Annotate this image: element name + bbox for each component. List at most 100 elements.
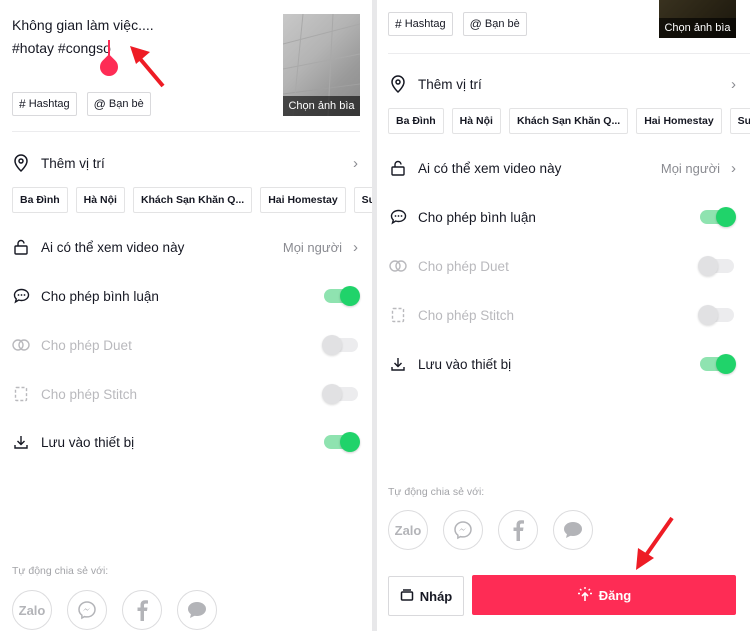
post-button[interactable]: Đăng xyxy=(472,575,736,615)
messenger-icon[interactable] xyxy=(443,510,483,550)
message-icon[interactable] xyxy=(553,510,593,550)
location-chip[interactable]: Hai Homestay xyxy=(636,108,722,134)
location-chip[interactable]: Hai Homestay xyxy=(260,187,346,213)
toggle-label: Cho phép Duet xyxy=(41,337,132,353)
friends-button[interactable]: @ Bạn bè xyxy=(462,12,527,36)
video-thumbnail[interactable]: Chọn ảnh bìa xyxy=(283,14,360,116)
privacy-value: Mọi người xyxy=(660,160,720,176)
friends-button[interactable]: @ Bạn bè xyxy=(86,92,151,116)
save-device-toggle[interactable] xyxy=(324,432,360,452)
zalo-label: Zalo xyxy=(394,522,422,538)
facebook-icon[interactable] xyxy=(122,590,162,630)
chevron-right-icon: › xyxy=(353,238,358,256)
toggle-knob xyxy=(322,384,342,404)
privacy-row[interactable]: Ai có thể xem video này Mọi người › xyxy=(377,155,750,181)
message-icon[interactable] xyxy=(177,590,217,630)
toggle-row-save: Lưu vào thiết bị xyxy=(0,429,372,455)
toggle-knob xyxy=(340,432,360,452)
hashtag-label: Hashtag xyxy=(404,18,446,30)
location-chip[interactable]: Ba Đình xyxy=(388,108,444,134)
add-location-label: Thêm vị trí xyxy=(41,155,105,171)
toggle-label: Lưu vào thiết bị xyxy=(418,356,512,372)
messenger-icon[interactable] xyxy=(67,590,107,630)
privacy-label: Ai có thể xem video này xyxy=(418,160,562,176)
toggle-label: Cho phép Duet xyxy=(418,258,509,274)
location-chip[interactable]: Hà Nội xyxy=(451,108,501,134)
add-location-label: Thêm vị trí xyxy=(418,76,482,92)
lock-icon xyxy=(12,238,30,256)
annotation-arrow xyxy=(636,516,674,570)
stitch-icon xyxy=(12,385,30,403)
caption-line-2[interactable]: #hotay #congso xyxy=(12,40,111,56)
toggle-knob xyxy=(322,335,342,355)
location-chip[interactable]: Super xyxy=(353,187,372,213)
comments-toggle[interactable] xyxy=(324,286,360,306)
privacy-label: Ai có thể xem video này xyxy=(41,239,185,255)
facebook-icon[interactable] xyxy=(498,510,538,550)
auto-share-label: Tự động chia sẻ với: xyxy=(388,486,485,498)
toggle-row-comments: Cho phép bình luận xyxy=(377,204,750,230)
add-location-row[interactable]: Thêm vị trí › xyxy=(377,71,750,97)
duet-icon xyxy=(12,336,30,354)
privacy-row[interactable]: Ai có thể xem video này Mọi người › xyxy=(0,234,372,260)
zalo-icon[interactable]: Zalo xyxy=(388,510,428,550)
cover-label[interactable]: Chọn ảnh bìa xyxy=(283,96,360,116)
location-suggestions: Ba Đình Hà Nội Khách Sạn Khăn Q... Hai H… xyxy=(388,108,750,134)
toggle-knob xyxy=(698,256,718,276)
location-chip[interactable]: Khách Sạn Khăn Q... xyxy=(132,187,253,213)
zalo-label: Zalo xyxy=(18,602,46,618)
duet-toggle[interactable] xyxy=(698,256,734,276)
annotation-arrow xyxy=(130,46,165,88)
friends-label: Bạn bè xyxy=(484,18,520,30)
stitch-icon xyxy=(389,306,407,324)
hashtag-button[interactable]: # Hashtag xyxy=(12,92,77,116)
add-location-row[interactable]: Thêm vị trí › xyxy=(0,150,372,176)
divider xyxy=(388,53,750,54)
upload-sparkle-icon xyxy=(577,586,593,605)
stitch-toggle[interactable] xyxy=(698,305,734,325)
friends-label: Bạn bè xyxy=(108,98,144,110)
draft-label: Nháp xyxy=(419,588,453,604)
auto-share-label: Tự động chia sẻ với: xyxy=(12,565,109,577)
save-device-toggle[interactable] xyxy=(700,354,736,374)
hashtag-button[interactable]: # Hashtag xyxy=(388,12,453,36)
caption-line-1[interactable]: Không gian làm việc.... xyxy=(12,17,154,33)
location-chip[interactable]: Khách Sạn Khăn Q... xyxy=(508,108,629,134)
toggle-row-comments: Cho phép bình luận xyxy=(0,283,372,309)
share-targets: Zalo xyxy=(12,590,217,630)
cursor-handle[interactable] xyxy=(96,54,122,80)
hash-icon: # xyxy=(395,17,402,31)
privacy-value: Mọi người xyxy=(282,239,342,255)
video-thumbnail[interactable]: Chọn ảnh bìa xyxy=(659,0,736,38)
location-chip[interactable]: Super xyxy=(729,108,750,134)
share-targets: Zalo xyxy=(388,510,593,550)
chevron-right-icon: › xyxy=(353,154,358,172)
download-icon xyxy=(12,433,30,451)
location-chip[interactable]: Ba Đình xyxy=(12,187,68,213)
download-icon xyxy=(389,355,407,373)
duet-toggle[interactable] xyxy=(322,335,358,355)
chevron-right-icon: › xyxy=(731,75,736,93)
zalo-icon[interactable]: Zalo xyxy=(12,590,52,630)
cover-label[interactable]: Chọn ảnh bìa xyxy=(659,18,736,38)
toggle-knob xyxy=(716,354,736,374)
hash-icon: # xyxy=(19,97,26,111)
draft-button[interactable]: Nháp xyxy=(388,576,464,616)
toggle-label: Cho phép Stitch xyxy=(418,307,515,323)
drafts-icon xyxy=(400,588,414,604)
toggle-row-duet: Cho phép Duet xyxy=(377,253,750,279)
left-screen: Không gian làm việc.... #hotay #congso C… xyxy=(0,0,372,631)
right-screen: Chọn ảnh bìa # Hashtag @ Bạn bè Thêm vị tr… xyxy=(377,0,750,631)
toggle-knob xyxy=(716,207,736,227)
toggle-knob xyxy=(340,286,360,306)
at-icon: @ xyxy=(93,97,106,111)
location-chip[interactable]: Hà Nội xyxy=(75,187,125,213)
stitch-toggle[interactable] xyxy=(322,384,358,404)
toggle-label: Cho phép bình luận xyxy=(418,209,536,225)
comments-toggle[interactable] xyxy=(700,207,736,227)
toggle-row-save: Lưu vào thiết bị xyxy=(377,351,750,377)
comment-icon xyxy=(12,287,30,305)
post-label: Đăng xyxy=(598,587,632,603)
comment-icon xyxy=(389,208,407,226)
location-suggestions: Ba Đình Hà Nội Khách Sạn Khăn Q... Hai H… xyxy=(12,187,372,213)
